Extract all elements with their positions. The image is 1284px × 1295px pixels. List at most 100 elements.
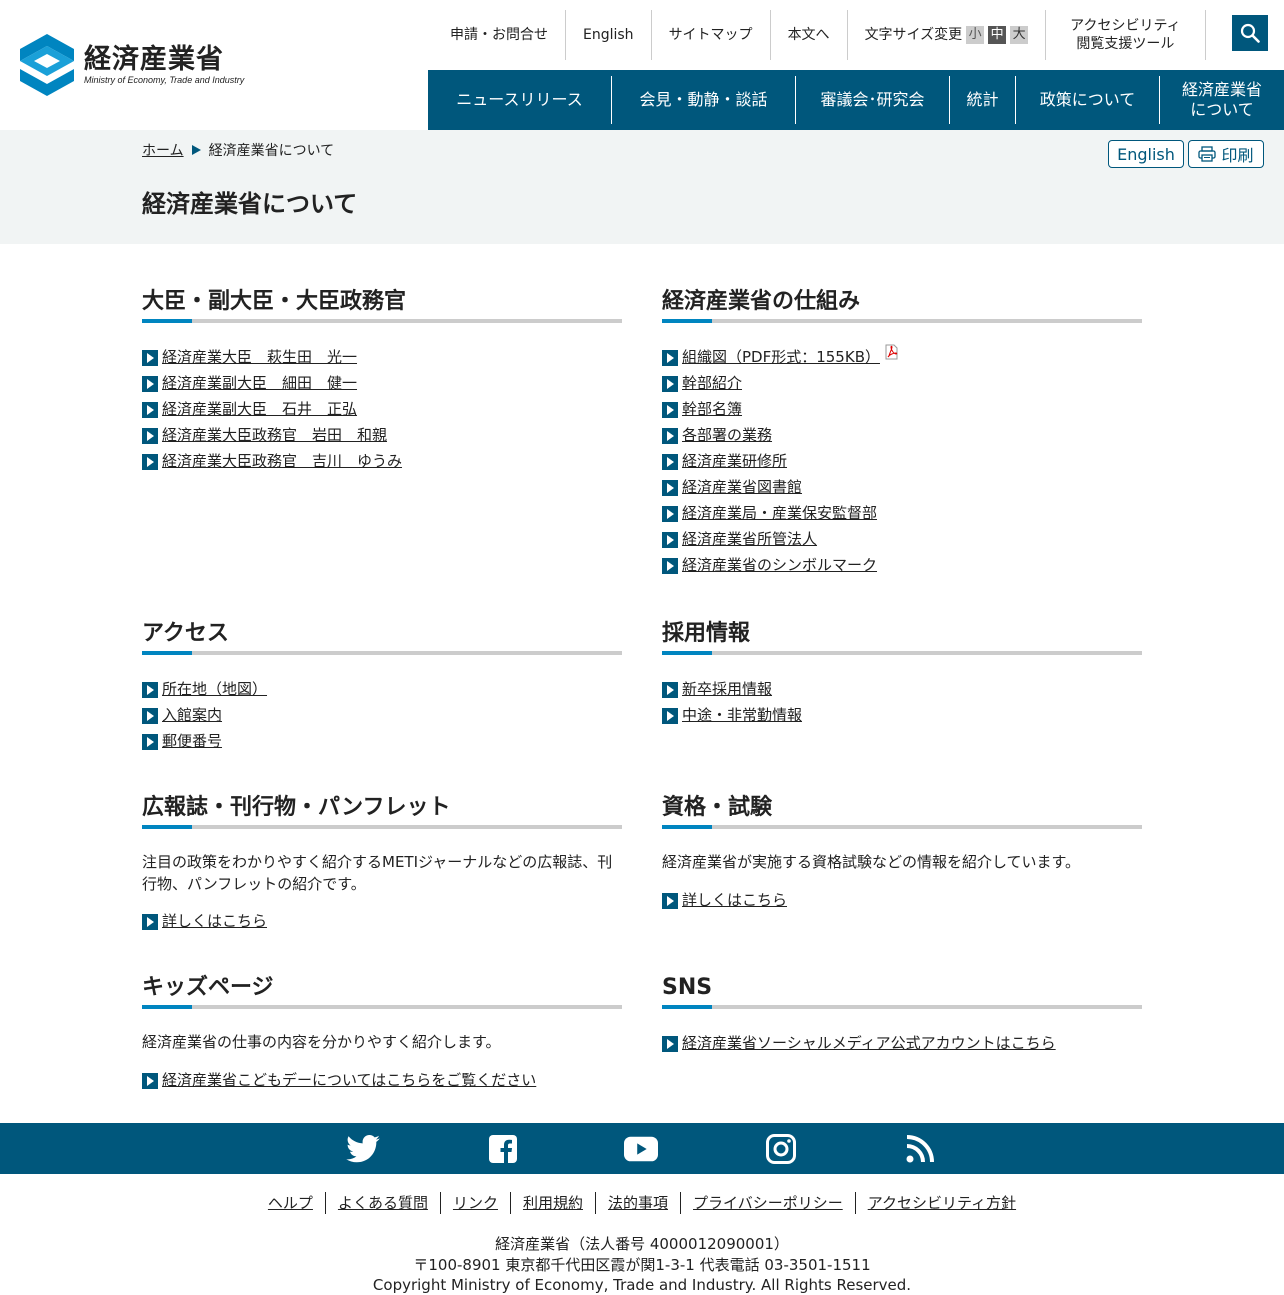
accessibility-tool-link[interactable]: アクセシビリティ 閲覧支援ツール [1046, 10, 1206, 60]
list-item: 各部署の業務 [662, 421, 1142, 447]
minister-link[interactable]: 経済産業大臣 萩生田 光一 [162, 346, 357, 367]
section-title: 経済産業省の仕組み [662, 289, 861, 314]
section-title: 広報誌・刊行物・パンフレット [142, 795, 451, 820]
regional-bureaus-link[interactable]: 経済産業局・産業保安監督部 [682, 502, 877, 523]
footer-links-link[interactable]: リンク [441, 1192, 511, 1214]
footer-accessibility-link[interactable]: アクセシビリティ方針 [856, 1192, 1028, 1214]
parliamentary-secretary-link-1[interactable]: 経済産業大臣政務官 岩田 和親 [162, 424, 387, 445]
font-size-label: 文字サイズ変更 [864, 27, 963, 43]
symbol-mark-link[interactable]: 経済産業省のシンボルマーク [682, 554, 877, 575]
vice-minister-link-2[interactable]: 経済産業副大臣 石井 正弘 [162, 398, 357, 419]
executives-intro-link[interactable]: 幹部紹介 [682, 372, 742, 393]
arrow-right-icon [662, 505, 678, 522]
section-divider [142, 651, 622, 655]
footer-privacy-link[interactable]: プライバシーポリシー [681, 1192, 856, 1214]
arrow-right-icon [142, 453, 158, 470]
arrow-right-icon [142, 1072, 158, 1089]
instagram-icon[interactable] [764, 1133, 798, 1165]
gnav-press[interactable]: 会見・動静・談話 [612, 76, 796, 124]
footer-terms-link[interactable]: 利用規約 [511, 1192, 596, 1214]
accessibility-label-line2: 閲覧支援ツール [1076, 36, 1175, 52]
breadcrumb-current: 経済産業省について [208, 143, 335, 159]
arrow-right-icon [662, 1035, 678, 1052]
library-link[interactable]: 経済産業省図書館 [682, 476, 802, 497]
font-size-medium-button[interactable]: 中 [988, 26, 1007, 44]
gnav-statistics[interactable]: 統計 [950, 76, 1016, 124]
footer-help-link[interactable]: ヘルプ [256, 1192, 326, 1214]
page-title: 経済産業省について [142, 190, 358, 218]
section-title: 資格・試験 [662, 795, 773, 820]
link-list: 経済産業大臣 萩生田 光一 経済産業副大臣 細田 健一 経済産業副大臣 石井 正… [142, 343, 622, 473]
vice-minister-link-1[interactable]: 経済産業副大臣 細田 健一 [162, 372, 357, 393]
breadcrumb-home[interactable]: ホーム [142, 140, 184, 160]
search-button[interactable] [1232, 15, 1268, 51]
gnav-council[interactable]: 審議会･研究会 [796, 76, 950, 124]
section-recruit: 採用情報 新卒採用情報 中途・非常勤情報 [662, 619, 1142, 727]
footer-info: 経済産業省（法人番号 4000012090001） 〒100-8901 東京都千… [0, 1234, 1284, 1295]
social-bar [0, 1123, 1284, 1174]
font-size-control: 文字サイズ変更 小 中 大 [848, 10, 1047, 60]
gnav-policy[interactable]: 政策について [1016, 76, 1160, 124]
gnav-about[interactable]: 経済産業省 について [1160, 76, 1284, 124]
youtube-icon[interactable] [624, 1133, 658, 1165]
gnav-news-release[interactable]: ニュースリリース [428, 76, 612, 124]
link-list: 所在地（地図） 入館案内 郵便番号 [142, 675, 622, 753]
print-button[interactable]: 印刷 [1188, 140, 1264, 168]
footer-address: 〒100-8901 東京都千代田区霞が関1-3-1 代表電話 03-3501-1… [413, 1255, 871, 1274]
section-description: 経済産業省が実施する資格試験などの情報を紹介しています。 [662, 853, 1081, 871]
mid-career-recruit-link[interactable]: 中途・非常勤情報 [682, 704, 802, 725]
skip-to-content-link[interactable]: 本文へ [771, 10, 848, 60]
font-size-small-button[interactable]: 小 [966, 26, 985, 44]
arrow-right-icon [142, 349, 158, 366]
social-media-accounts-link[interactable]: 経済産業省ソーシャルメディア公式アカウントはこちら [682, 1032, 1056, 1053]
org-chart-link[interactable]: 組織図（PDF形式：155KB） [682, 346, 880, 367]
section-access: アクセス 所在地（地図） 入館案内 郵便番号 [142, 619, 622, 753]
executives-list-link[interactable]: 幹部名簿 [682, 398, 742, 419]
sitemap-link[interactable]: サイトマップ [652, 10, 771, 60]
section-divider [662, 825, 1142, 829]
arrow-right-icon [142, 733, 158, 750]
section-divider [662, 651, 1142, 655]
facebook-icon[interactable] [486, 1133, 520, 1165]
font-size-large-button[interactable]: 大 [1010, 26, 1029, 44]
arrow-right-icon [662, 401, 678, 418]
contact-link[interactable]: 申請・お問合せ [428, 10, 566, 60]
corporations-link[interactable]: 経済産業省所管法人 [682, 528, 817, 549]
rss-icon[interactable] [903, 1133, 937, 1165]
training-institute-link[interactable]: 経済産業研修所 [682, 450, 787, 471]
english-page-button[interactable]: English [1108, 140, 1184, 168]
footer-legal-link[interactable]: 法的事項 [596, 1192, 681, 1214]
entry-guide-link[interactable]: 入館案内 [162, 704, 222, 725]
list-item: 経済産業大臣政務官 吉川 ゆうみ [142, 447, 622, 473]
parliamentary-secretary-link-2[interactable]: 経済産業大臣政務官 吉川 ゆうみ [162, 450, 402, 471]
section-divider [142, 1005, 622, 1009]
list-item: 中途・非常勤情報 [662, 701, 1142, 727]
section-title: 採用情報 [662, 621, 751, 646]
exams-details-link[interactable]: 詳しくはこちら [682, 889, 787, 910]
list-item: 経済産業省のシンボルマーク [662, 551, 1142, 577]
publications-details-link[interactable]: 詳しくはこちら [162, 910, 267, 931]
list-item: 新卒採用情報 [662, 675, 1142, 701]
list-item: 経済産業省こどもデーについてはこちらをご覧ください [142, 1066, 622, 1092]
pdf-icon [885, 344, 898, 360]
location-map-link[interactable]: 所在地（地図） [162, 678, 267, 699]
departments-link[interactable]: 各部署の業務 [682, 424, 772, 445]
kids-day-link[interactable]: 経済産業省こどもデーについてはこちらをご覧ください [162, 1069, 536, 1090]
twitter-icon[interactable] [346, 1133, 380, 1165]
footer-faq-link[interactable]: よくある質問 [326, 1192, 441, 1214]
list-item: 経済産業研修所 [662, 447, 1142, 473]
english-link[interactable]: English [566, 10, 652, 60]
arrow-right-icon [142, 375, 158, 392]
section-divider [142, 319, 622, 323]
postal-code-link[interactable]: 郵便番号 [162, 730, 222, 751]
link-list: 組織図（PDF形式：155KB） 幹部紹介 幹部名簿 各部署の業務 経済産業研修… [662, 343, 1142, 577]
breadcrumb: ホーム 経済産業省について [142, 140, 334, 160]
footer-links: ヘルプ よくある質問 リンク 利用規約 法的事項 プライバシーポリシー アクセシ… [0, 1192, 1284, 1214]
meti-logo-mark-icon [20, 34, 74, 96]
link-list: 詳しくはこちら [662, 886, 1142, 912]
arrow-right-icon [662, 531, 678, 548]
new-graduate-recruit-link[interactable]: 新卒採用情報 [682, 678, 772, 699]
footer-copyright: Copyright Ministry of Economy, Trade and… [372, 1276, 912, 1294]
meti-logo[interactable]: 経済産業省 Ministry of Economy, Trade and Ind… [20, 34, 260, 96]
list-item: 経済産業省ソーシャルメディア公式アカウントはこちら [662, 1029, 1142, 1055]
